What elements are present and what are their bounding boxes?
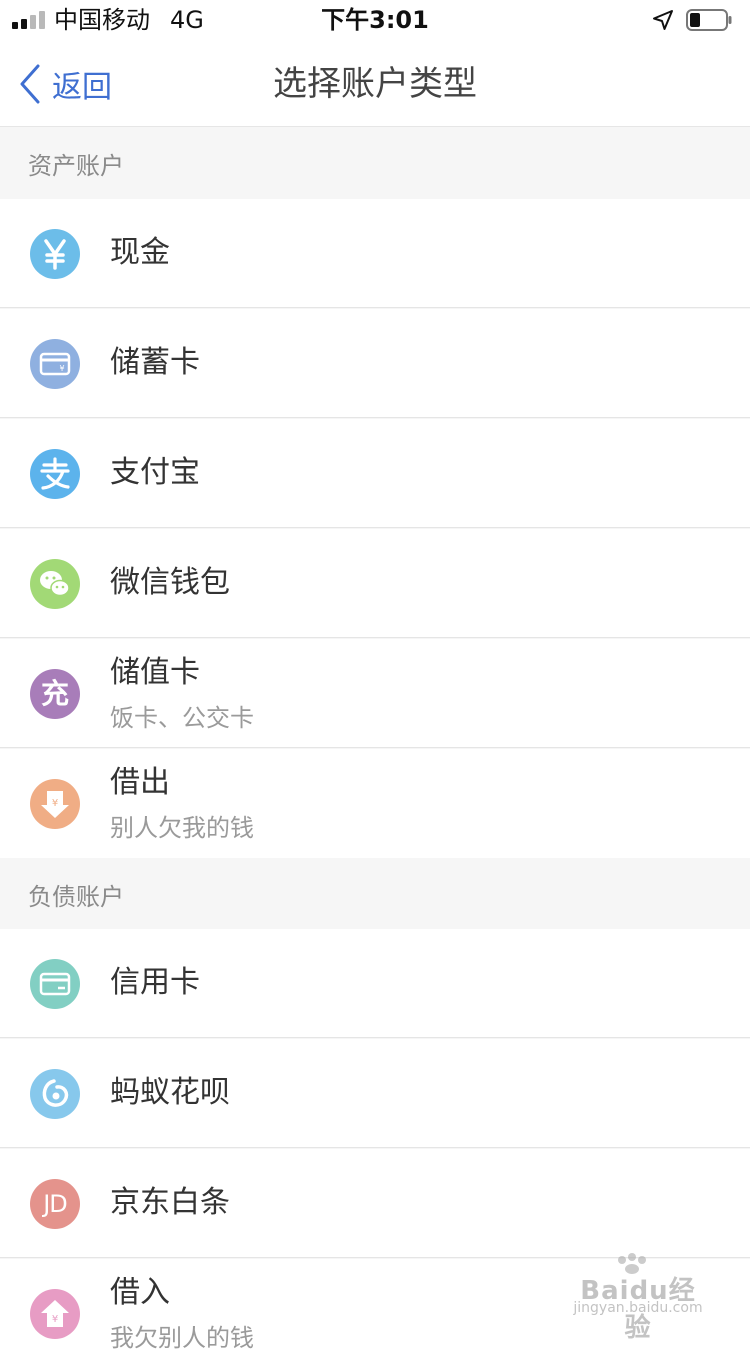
- alipay-icon: [30, 449, 80, 499]
- account-type-label: 借出: [110, 765, 170, 800]
- jd-icon: JD: [30, 1179, 80, 1229]
- status-time: 下午3:01: [321, 6, 429, 34]
- recharge-icon: 充: [30, 669, 80, 719]
- account-type-label: 微信钱包: [110, 565, 230, 600]
- recharge-icon-text: 充: [40, 677, 69, 710]
- account-type-jd-baitiao[interactable]: JD 京东白条: [0, 1149, 750, 1258]
- debit-card-icon: ¥: [30, 339, 80, 389]
- jd-icon-text: JD: [43, 1190, 68, 1218]
- account-type-wechat-wallet[interactable]: 微信钱包: [0, 529, 750, 638]
- account-type-label: 蚂蚁花呗: [110, 1075, 230, 1110]
- section-header-liabilities: 负债账户: [0, 858, 750, 930]
- account-type-huabei[interactable]: 蚂蚁花呗: [0, 1039, 750, 1148]
- account-type-description: 别人欠我的钱: [110, 814, 254, 842]
- account-type-stored-value-card[interactable]: 充 储值卡 饭卡、公交卡: [0, 639, 750, 748]
- account-type-lend-out[interactable]: ¥ 借出 别人欠我的钱: [0, 749, 750, 858]
- lend-out-icon: ¥: [30, 779, 80, 829]
- yuan-icon: [30, 229, 80, 279]
- account-type-label: 信用卡: [110, 965, 200, 1000]
- account-type-label: 现金: [110, 235, 170, 270]
- account-type-label: 支付宝: [110, 455, 200, 490]
- account-type-label: 储蓄卡: [110, 345, 200, 380]
- svg-text:¥: ¥: [52, 798, 58, 809]
- navigation-bar: 返回 选择账户类型: [0, 40, 750, 127]
- credit-card-icon: [30, 959, 80, 1009]
- page-title: 选择账户类型: [273, 64, 477, 104]
- account-type-credit-card[interactable]: 信用卡: [0, 929, 750, 1038]
- account-type-description: 饭卡、公交卡: [110, 704, 254, 732]
- account-type-description: 我欠别人的钱: [110, 1324, 254, 1352]
- borrow-in-icon: ¥: [30, 1289, 80, 1339]
- account-type-cash[interactable]: 现金: [0, 199, 750, 308]
- account-type-debit-card[interactable]: ¥ 储蓄卡: [0, 309, 750, 418]
- wechat-icon: [30, 559, 80, 609]
- section-header-label: 负债账户: [28, 883, 124, 911]
- svg-text:¥: ¥: [52, 1314, 58, 1325]
- location-arrow-icon: [653, 10, 673, 30]
- battery-icon: [686, 9, 732, 31]
- svg-text:¥: ¥: [59, 364, 64, 373]
- account-type-alipay[interactable]: 支付宝: [0, 419, 750, 528]
- account-type-label: 借入: [110, 1275, 170, 1310]
- huabei-icon: [30, 1069, 80, 1119]
- section-header-label: 资产账户: [28, 152, 124, 180]
- account-type-borrow-in[interactable]: ¥ 借入 我欠别人的钱: [0, 1259, 750, 1368]
- account-type-label: 京东白条: [110, 1185, 230, 1220]
- status-bar: 中国移动 4G 下午3:01: [0, 0, 750, 40]
- section-header-assets: 资产账户: [0, 127, 750, 199]
- account-type-label: 储值卡: [110, 655, 200, 690]
